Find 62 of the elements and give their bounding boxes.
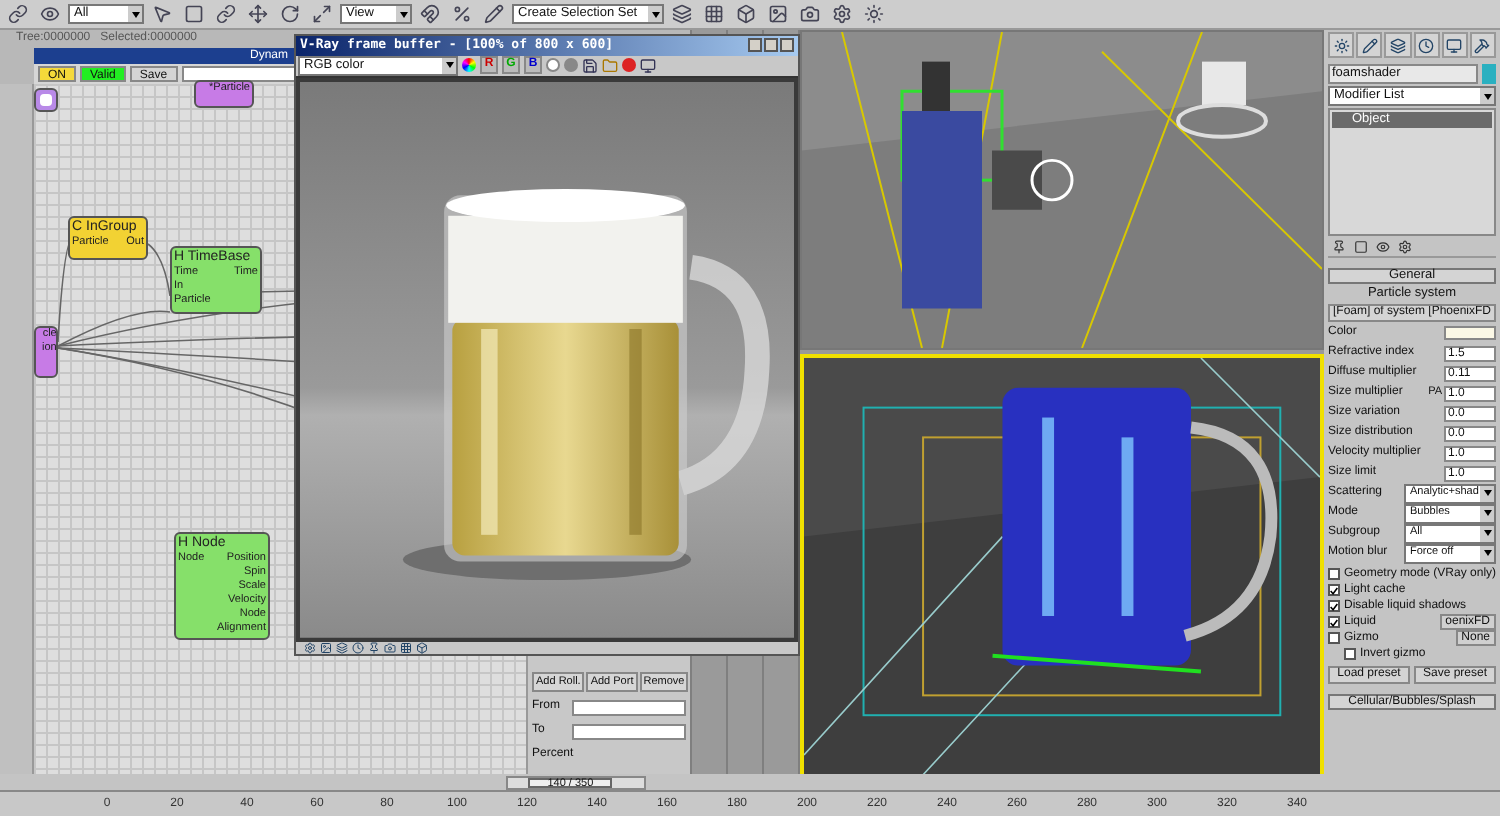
color-wheel-icon[interactable] xyxy=(462,58,476,73)
stack-tool-icon[interactable] xyxy=(1354,240,1368,254)
dropdown-arrow-icon xyxy=(128,6,142,22)
panel-tab-icon[interactable] xyxy=(1469,32,1497,58)
link-icon[interactable] xyxy=(212,1,240,27)
close-icon[interactable] xyxy=(780,38,794,53)
box-icon[interactable] xyxy=(732,1,760,27)
dropdown-arrow-icon xyxy=(396,6,410,22)
checkbox[interactable] xyxy=(1328,632,1340,644)
dropdown-arrow-icon xyxy=(1480,505,1494,521)
settings-icon[interactable] xyxy=(828,1,856,27)
render-region-icon[interactable] xyxy=(546,58,560,73)
toolbar-icon[interactable] xyxy=(384,641,396,654)
panel-tab-icon[interactable] xyxy=(1413,32,1440,58)
region-select-icon[interactable] xyxy=(180,1,208,27)
toolbar-icon[interactable] xyxy=(416,641,428,654)
select-link-icon[interactable] xyxy=(4,1,32,27)
toolbar-icon[interactable] xyxy=(400,641,412,654)
checkbox[interactable] xyxy=(1344,648,1356,660)
stop-icon[interactable] xyxy=(622,58,636,73)
stack-tool-icon[interactable] xyxy=(1376,240,1390,254)
dropdown-arrow-icon xyxy=(648,6,662,22)
panel-tab-icon[interactable] xyxy=(1384,32,1412,58)
layers-icon[interactable] xyxy=(668,1,696,27)
checkbox[interactable] xyxy=(1328,616,1340,628)
save-icon[interactable] xyxy=(582,57,598,74)
panel-tab-icon[interactable] xyxy=(1328,32,1355,58)
toolbar-icon[interactable] xyxy=(304,641,316,654)
color-swatch[interactable] xyxy=(1444,326,1496,340)
object-color-swatch[interactable] xyxy=(1482,64,1496,84)
toolbar-icon[interactable] xyxy=(368,641,380,654)
spinner-field[interactable] xyxy=(572,723,686,739)
toolbar-icon[interactable] xyxy=(336,641,348,654)
pointer-icon[interactable] xyxy=(148,1,176,27)
magnet-icon[interactable] xyxy=(416,1,444,27)
monitor-icon[interactable] xyxy=(640,57,656,74)
dropdown-arrow-icon xyxy=(1480,485,1494,501)
dropdown-arrow-icon xyxy=(1480,88,1494,104)
spinner-field[interactable] xyxy=(572,699,686,715)
image-icon[interactable] xyxy=(764,1,792,27)
rotate-icon[interactable] xyxy=(276,1,304,27)
dropdown-arrow-icon xyxy=(1480,545,1494,561)
camera-icon[interactable] xyxy=(796,1,824,27)
checkbox[interactable] xyxy=(1328,584,1340,596)
maximize-icon[interactable] xyxy=(764,38,778,53)
stack-tool-icon[interactable] xyxy=(1332,240,1346,254)
move-icon[interactable] xyxy=(244,1,272,27)
toolbar-icon[interactable] xyxy=(320,641,332,654)
particle-node[interactable] xyxy=(34,88,58,112)
sun-icon[interactable] xyxy=(860,1,888,27)
dropdown-arrow-icon xyxy=(442,57,456,74)
panel-tab-icon[interactable] xyxy=(1441,32,1468,58)
grid-icon[interactable] xyxy=(700,1,728,27)
checkbox[interactable] xyxy=(1328,568,1340,580)
scale-icon[interactable] xyxy=(308,1,336,27)
dropdown-arrow-icon xyxy=(1480,525,1494,541)
panel-tab-icon[interactable] xyxy=(1356,32,1383,58)
checkbox[interactable] xyxy=(1328,600,1340,612)
pencil-icon[interactable] xyxy=(480,1,508,27)
toolbar-icon[interactable] xyxy=(352,641,364,654)
stack-tool-icon[interactable] xyxy=(1398,240,1412,254)
minimize-icon[interactable] xyxy=(748,38,762,53)
